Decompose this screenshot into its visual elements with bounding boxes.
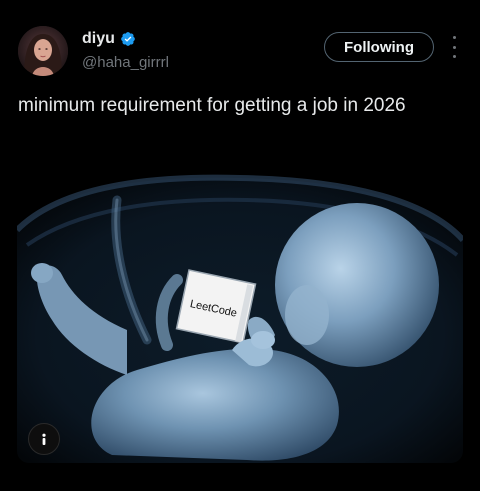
tweet-text: minimum requirement for getting a job in… xyxy=(18,95,406,116)
verified-badge-icon xyxy=(121,32,135,46)
avatar[interactable] xyxy=(18,26,68,76)
more-vertical-icon[interactable] xyxy=(448,36,460,58)
info-icon xyxy=(42,433,46,445)
author-handle[interactable]: @haha_girrrl xyxy=(82,54,169,71)
tweet-header: diyu @haha_girrrl Following xyxy=(0,0,480,80)
following-button[interactable]: Following xyxy=(324,32,434,62)
author-name-row[interactable]: diyu xyxy=(82,30,136,48)
alt-info-button[interactable] xyxy=(28,423,60,455)
display-name[interactable]: diyu xyxy=(82,30,115,48)
tweet-media-image[interactable]: LeetCode xyxy=(17,170,463,463)
